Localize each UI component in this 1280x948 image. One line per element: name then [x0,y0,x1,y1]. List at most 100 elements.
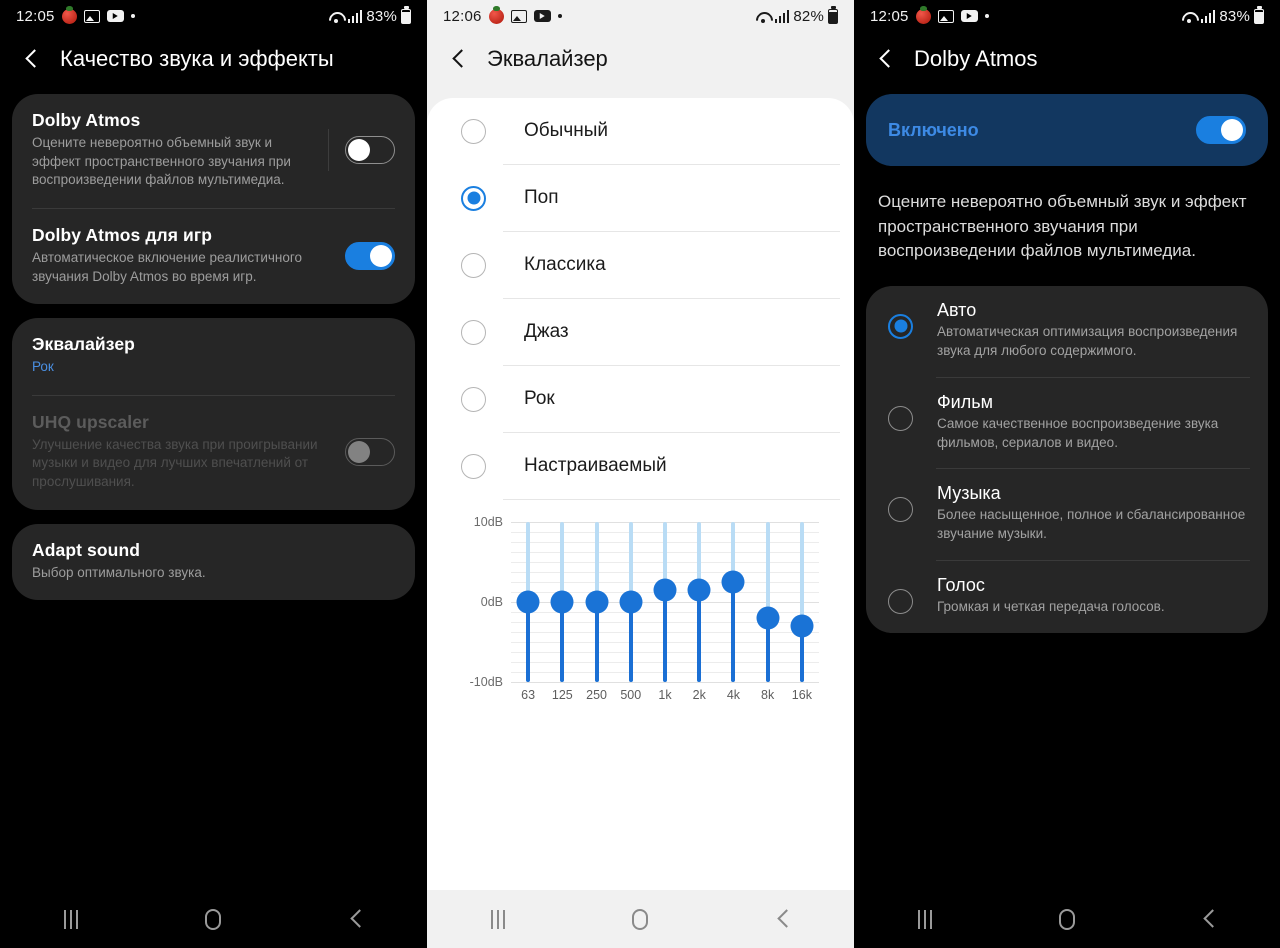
mode-radio[interactable] [888,497,913,523]
recents-button[interactable] [41,899,101,939]
back-button[interactable] [326,899,386,939]
mode-radio[interactable] [888,405,913,431]
signal-icon [347,9,363,23]
dolby-mode-0[interactable]: Авто Автоматическая оптимизация воспроизв… [866,286,1268,377]
banner-label: Включено [888,119,979,140]
gallery-icon [937,9,954,23]
preset-item-2[interactable]: Классика [427,232,854,298]
y-axis-label: 0dB [480,595,503,609]
dolby-mode-1[interactable]: Фильм Самое качественное воспроизведение … [866,378,1268,469]
gallery-icon [83,9,100,23]
signal-icon [1200,9,1216,23]
dolby-mode-2[interactable]: Музыка Более насыщенное, полное и сбаланс… [866,469,1268,560]
uhq-upscaler-toggle[interactable] [345,437,395,466]
back-chevron-icon[interactable] [449,49,469,69]
preset-radio[interactable] [461,319,486,345]
row-subtitle: Оцените невероятно объемный звук и эффек… [32,135,291,188]
status-bar: 12:05 83% [854,0,1280,32]
preset-radio[interactable] [461,252,486,278]
eq-band-250[interactable] [585,522,609,682]
recents-button[interactable] [895,899,955,939]
band-knob[interactable] [790,614,814,638]
row-title: Эквалайзер [32,334,135,355]
preset-label: Классика [524,254,606,275]
eq-band-63[interactable] [516,522,540,682]
back-chevron-icon[interactable] [876,49,896,69]
preset-radio[interactable] [461,386,486,412]
youtube-icon [106,10,124,22]
mode-text: Авто Автоматическая оптимизация воспроизв… [937,300,1250,361]
preset-item-0[interactable]: Обычный [427,98,854,164]
eq-band-4k[interactable] [721,522,745,682]
page-title: Dolby Atmos [914,46,1038,71]
dolby-mode-3[interactable]: Голос Громкая и четкая передача голосов. [866,561,1268,633]
navigation-bar [0,890,427,948]
eq-band-2k[interactable] [687,522,711,682]
equalizer-sheet: Обычный Поп Классика Джаз Рок Настраиваемый 1… [427,98,854,948]
x-axis-label: 250 [586,688,607,702]
dolby-master-toggle[interactable] [1196,116,1246,144]
eq-band-125[interactable] [550,522,574,682]
band-knob[interactable] [585,590,609,614]
dolby-enabled-banner[interactable]: Включено [866,94,1268,166]
band-knob[interactable] [687,578,711,602]
eq-band-16k[interactable] [790,522,814,682]
preset-label: Рок [524,388,555,409]
mode-radio[interactable] [888,313,913,339]
preset-item-1[interactable]: Поп [427,165,854,231]
mode-title: Голос [937,575,985,596]
mode-radio[interactable] [888,589,913,615]
back-chevron-icon[interactable] [22,49,42,69]
row-subtitle: Улучшение качества звука при проигрывани… [32,436,318,489]
row-subtitle-value: Рок [32,359,54,375]
card-dolby-modes: Авто Автоматическая оптимизация воспроизв… [866,285,1268,634]
band-fill [731,582,736,682]
recents-icon [918,909,932,929]
row-adapt-sound[interactable]: Adapt sound Выбор оптимального звука. [12,524,415,601]
band-knob[interactable] [756,606,780,630]
navigation-bar [427,890,854,948]
band-knob[interactable] [550,590,574,614]
recents-button[interactable] [468,899,528,939]
preset-item-5[interactable]: Настраиваемый [427,433,854,499]
band-fill [526,602,531,682]
row-title: Dolby Atmos для игр [32,224,213,245]
youtube-icon [533,10,551,22]
band-knob[interactable] [516,590,540,614]
eq-band-500[interactable] [619,522,643,682]
preset-list: Обычный Поп Классика Джаз Рок Настраиваемый [427,98,854,500]
preset-label: Джаз [524,321,569,342]
mode-text: Голос Громкая и четкая передача голосов. [937,575,1250,617]
chart-plot-area: 10dB 0dB -10dB [470,515,819,689]
preset-radio[interactable] [461,118,486,144]
home-button[interactable] [1037,899,1097,939]
gridline [511,682,819,683]
row-dolby-atmos-games[interactable]: Dolby Atmos для игр Автоматическое включ… [12,209,415,304]
wifi-icon [328,10,344,23]
band-knob[interactable] [653,578,677,602]
band-knob[interactable] [721,570,745,594]
back-button[interactable] [753,899,813,939]
mode-title: Музыка [937,483,1001,504]
toggle-separator [328,128,329,171]
home-button[interactable] [610,899,670,939]
home-button[interactable] [183,899,243,939]
status-time: 12:05 [16,7,55,25]
back-button[interactable] [1179,899,1239,939]
band-fill [594,602,599,682]
dolby-atmos-games-toggle[interactable] [345,241,395,270]
eq-band-8k[interactable] [756,522,780,682]
band-knob[interactable] [619,590,643,614]
preset-item-3[interactable]: Джаз [427,299,854,365]
row-dolby-atmos[interactable]: Dolby Atmos Оцените невероятно объемный … [12,94,415,208]
card-equalizer-group: Эквалайзер Рок UHQ upscaler Улучшение ка… [12,318,415,510]
dolby-atmos-toggle[interactable] [345,135,395,164]
preset-radio[interactable] [461,185,486,211]
x-axis-label: 63 [521,688,536,702]
x-axis-label: 2k [692,688,706,702]
eq-band-1k[interactable] [653,522,677,682]
preset-radio[interactable] [461,453,486,479]
preset-item-4[interactable]: Рок [427,366,854,432]
row-equalizer[interactable]: Эквалайзер Рок [12,318,415,395]
row-uhq-upscaler[interactable]: UHQ upscaler Улучшение качества звука пр… [12,396,415,510]
